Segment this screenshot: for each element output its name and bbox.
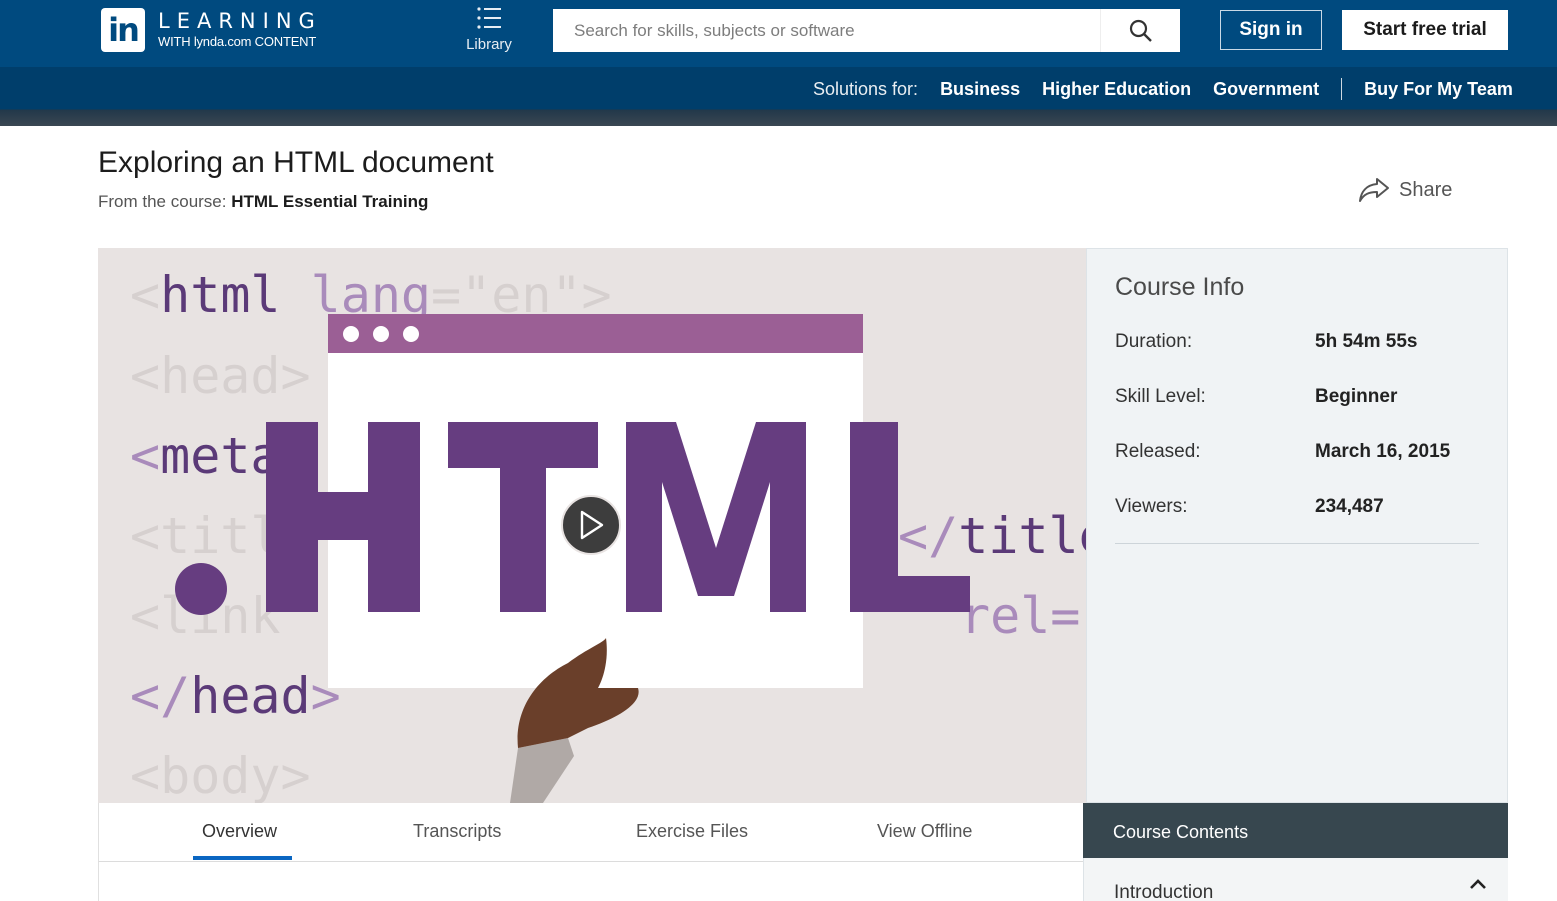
svg-text:</title: </title xyxy=(898,507,1086,565)
info-row-skill-level: Skill Level: Beginner xyxy=(1115,386,1479,408)
tab-content-area xyxy=(98,862,1083,901)
section-label: Introduction xyxy=(1114,882,1214,901)
from-course-line: From the course: HTML Essential Training xyxy=(98,192,428,212)
svg-text:<head>: <head> xyxy=(130,347,311,405)
library-label: Library xyxy=(466,36,512,53)
page-title: Exploring an HTML document xyxy=(98,146,494,179)
subnav-link-government[interactable]: Government xyxy=(1213,79,1319,100)
subnav-link-higher-education[interactable]: Higher Education xyxy=(1042,79,1191,100)
video-tabs: Overview Transcripts Exercise Files View… xyxy=(98,803,1083,862)
course-info-panel: Course Info Duration: 5h 54m 55s Skill L… xyxy=(1086,248,1508,803)
info-key: Released: xyxy=(1115,441,1201,462)
library-button[interactable]: Library xyxy=(458,6,520,53)
info-value: March 16, 2015 xyxy=(1315,441,1451,462)
share-button[interactable]: Share xyxy=(1358,177,1452,203)
logo-learning-text: LEARNING xyxy=(158,9,322,33)
info-row-duration: Duration: 5h 54m 55s xyxy=(1115,331,1479,353)
search-icon xyxy=(1129,19,1152,42)
linkedin-in-icon: in xyxy=(101,8,145,52)
info-value: 234,487 xyxy=(1315,496,1384,517)
top-navigation-bar: in LEARNING WITH lynda.com CONTENT Libra… xyxy=(0,0,1557,67)
course-name-link[interactable]: HTML Essential Training xyxy=(231,192,428,211)
logo-subtitle: WITH lynda.com CONTENT xyxy=(158,34,317,49)
tab-exercise-files[interactable]: Exercise Files xyxy=(636,821,748,842)
tab-overview[interactable]: Overview xyxy=(202,821,277,842)
share-arrow-icon xyxy=(1359,178,1389,202)
svg-text:<body>: <body> xyxy=(130,747,311,803)
tab-transcripts[interactable]: Transcripts xyxy=(413,821,501,842)
chevron-up-icon xyxy=(1470,879,1486,889)
svg-text:<meta: <meta xyxy=(130,427,281,485)
sign-in-button[interactable]: Sign in xyxy=(1220,10,1322,50)
course-contents-title: Course Contents xyxy=(1113,822,1249,842)
video-player[interactable]: <html lang="en"> <head> <meta <titl <lin… xyxy=(98,248,1086,803)
subnav-link-buy-for-my-team[interactable]: Buy For My Team xyxy=(1364,79,1513,100)
from-course-prefix: From the course: xyxy=(98,192,227,211)
info-row-released: Released: March 16, 2015 xyxy=(1115,441,1479,463)
course-contents-header: Course Contents xyxy=(1083,803,1508,858)
subnav-divider xyxy=(1341,78,1343,100)
search-button[interactable] xyxy=(1100,9,1180,52)
info-key: Duration: xyxy=(1115,331,1193,352)
play-icon xyxy=(580,510,604,540)
info-row-viewers: Viewers: 234,487 xyxy=(1115,496,1479,518)
info-value: 5h 54m 55s xyxy=(1315,331,1418,352)
course-section-introduction[interactable]: Introduction xyxy=(1083,858,1508,901)
tab-view-offline[interactable]: View Offline xyxy=(877,821,972,842)
info-divider xyxy=(1115,543,1479,544)
solutions-subnav: Solutions for: Business Higher Education… xyxy=(0,67,1557,126)
subnav-link-business[interactable]: Business xyxy=(940,79,1020,100)
info-key: Viewers: xyxy=(1115,496,1188,517)
active-tab-indicator xyxy=(193,856,292,860)
list-icon xyxy=(477,7,501,29)
share-label: Share xyxy=(1399,178,1453,201)
search-input[interactable] xyxy=(553,9,1100,52)
svg-text:rel=': rel=' xyxy=(960,587,1086,645)
start-free-trial-button[interactable]: Start free trial xyxy=(1342,10,1508,50)
solutions-label: Solutions for: xyxy=(813,78,919,99)
search-bar xyxy=(553,9,1180,52)
svg-text:<titl: <titl xyxy=(130,507,281,565)
info-key: Skill Level: xyxy=(1115,386,1206,407)
info-value: Beginner xyxy=(1315,386,1398,407)
svg-text:</head>: </head> xyxy=(130,667,341,725)
course-info-title: Course Info xyxy=(1115,273,1245,301)
play-button[interactable] xyxy=(561,495,621,555)
linkedin-learning-logo[interactable]: in LEARNING WITH lynda.com CONTENT xyxy=(101,8,322,52)
